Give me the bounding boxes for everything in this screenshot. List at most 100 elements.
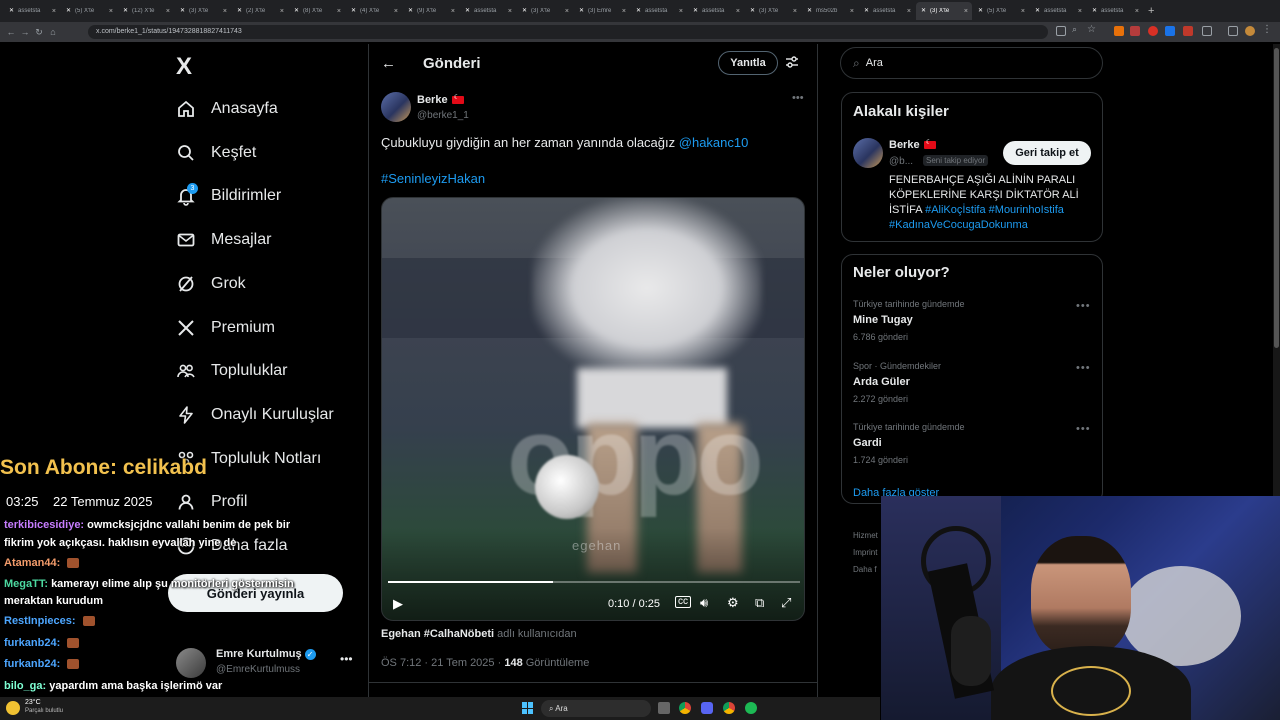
browser-tab[interactable]: ✕ (3) X'te × [916, 2, 972, 20]
browser-tab[interactable]: ✕ (9) X'te × [403, 2, 459, 20]
spotify-icon[interactable] [745, 702, 757, 714]
trend-more-icon[interactable]: ••• [1076, 362, 1091, 374]
sidebar-item-premium[interactable]: Premium [176, 313, 275, 343]
browser-tab[interactable]: ✕ (4) X'te × [346, 2, 402, 20]
sidebar-item-topluluklar[interactable]: Topluluklar [176, 356, 287, 386]
tab-close-icon[interactable]: × [166, 8, 170, 15]
extension-icon[interactable] [1165, 26, 1175, 36]
footer-link[interactable]: Imprint [853, 548, 877, 557]
browser-tab[interactable]: ✕ (3) X'te × [517, 2, 573, 20]
pip-icon[interactable]: ⧉ [755, 595, 764, 611]
follow-back-button[interactable]: Geri takip et [1003, 141, 1091, 165]
profile-avatar-icon[interactable] [1245, 26, 1255, 36]
cast-icon[interactable] [1056, 26, 1066, 36]
sidebar-item-grok[interactable]: Grok [176, 269, 246, 299]
sidebar-item-ke-fet[interactable]: Keşfet [176, 138, 256, 168]
browser-tab[interactable]: ✕ (3) X'te × [745, 2, 801, 20]
sidepanel-icon[interactable] [1228, 26, 1238, 36]
browser-tab[interactable]: ✕ assetsta × [631, 2, 687, 20]
tab-close-icon[interactable]: × [850, 8, 854, 15]
sidebar-item-anasayfa[interactable]: Anasayfa [176, 94, 278, 124]
account-avatar[interactable] [176, 648, 206, 678]
tab-close-icon[interactable]: × [565, 8, 569, 15]
extension-icon[interactable] [1114, 26, 1124, 36]
back-icon[interactable]: ← [4, 27, 18, 37]
extensions-puzzle-icon[interactable] [1202, 26, 1212, 36]
footer-link[interactable]: Daha f [853, 565, 877, 574]
reload-icon[interactable]: ↻ [32, 27, 46, 38]
browser-tab[interactable]: ✕ assetsta × [1087, 2, 1143, 20]
browser-tab[interactable]: ✕ (5) X'te × [973, 2, 1029, 20]
account-name[interactable]: Emre Kurtulmuş ✓ [216, 648, 316, 660]
menu-icon[interactable]: ⋮ [1262, 24, 1272, 35]
browser-tab[interactable]: ✕ assetsta × [1030, 2, 1086, 20]
sidebar-item-mesajlar[interactable]: Mesajlar [176, 225, 271, 255]
browser-tab[interactable]: ✕ assetsta × [460, 2, 516, 20]
browser-tab[interactable]: ✕ assetsta × [859, 2, 915, 20]
tab-close-icon[interactable]: × [394, 8, 398, 15]
video-progress-track[interactable] [388, 581, 800, 583]
tweet-hashtag-link[interactable]: #SeninleyizHakan [381, 171, 485, 186]
account-more-icon[interactable]: ••• [340, 652, 353, 666]
sidebar-item-profil[interactable]: Profil [176, 487, 247, 517]
browser-tab[interactable]: ✕ (5) X'te × [61, 2, 117, 20]
browser-tab[interactable]: ✕ (8) X'te × [289, 2, 345, 20]
home-icon[interactable]: ⌂ [46, 27, 60, 37]
tab-close-icon[interactable]: × [622, 8, 626, 15]
reply-button[interactable]: Yanıtla [718, 51, 778, 75]
video-credit-user[interactable]: Egehan #CalhaNöbeti [381, 628, 494, 640]
settings-gear-icon[interactable]: ⚙ [727, 595, 739, 611]
discord-icon[interactable] [701, 702, 713, 714]
tweet-video[interactable]: oppo egehan ▶ 0:10 / 0:25 cc 🔊︎ ⚙ ⧉ ⤢ [381, 197, 805, 621]
task-view-icon[interactable] [658, 702, 670, 714]
search-input[interactable]: ⌕ Ara [840, 47, 1103, 79]
tab-close-icon[interactable]: × [793, 8, 797, 15]
captions-icon[interactable]: cc [675, 596, 691, 608]
tweet-author-avatar[interactable] [381, 92, 411, 122]
windows-start-icon[interactable] [522, 702, 534, 714]
tweet-more-icon[interactable]: ••• [792, 92, 804, 104]
tweet-timestamp[interactable]: ÖS 7:12 · 21 Tem 2025 · [381, 657, 501, 669]
tab-close-icon[interactable]: × [907, 8, 911, 15]
fullscreen-icon[interactable]: ⤢ [781, 595, 791, 611]
browser-tab[interactable]: ✕ (3) X'te × [175, 2, 231, 20]
tab-close-icon[interactable]: × [964, 8, 968, 15]
browser-tab[interactable]: ✕ (2) X'te × [232, 2, 288, 20]
back-arrow-icon[interactable]: ← [381, 55, 396, 72]
extension-icon[interactable] [1183, 26, 1193, 36]
volume-icon[interactable]: 🔊︎ [700, 595, 708, 611]
zoom-icon[interactable]: ⌕ [1072, 24, 1082, 34]
browser-tab[interactable]: ✕ assetsta × [4, 2, 60, 20]
related-person-avatar[interactable] [853, 138, 883, 168]
trend-more-icon[interactable]: ••• [1076, 300, 1091, 312]
chrome-icon[interactable] [679, 702, 691, 714]
scrollbar-thumb[interactable] [1274, 48, 1279, 348]
tab-close-icon[interactable]: × [679, 8, 683, 15]
extension-icon[interactable] [1148, 26, 1158, 36]
browser-tab[interactable]: ✕ assetsta × [688, 2, 744, 20]
play-icon[interactable]: ▶ [393, 596, 403, 612]
tab-close-icon[interactable]: × [1021, 8, 1025, 15]
browser-tab[interactable]: ✕ (3) Emre × [574, 2, 630, 20]
x-logo-icon[interactable]: X [176, 53, 192, 81]
tab-close-icon[interactable]: × [1135, 8, 1139, 15]
browser-tab[interactable]: ✕ (12) X'te × [118, 2, 174, 20]
url-field[interactable]: x.com/berke1_1/status/194732881882741174… [88, 25, 1048, 39]
filter-sliders-icon[interactable] [785, 55, 799, 72]
tab-close-icon[interactable]: × [736, 8, 740, 15]
tab-close-icon[interactable]: × [337, 8, 341, 15]
footer-link[interactable]: Hizmet [853, 531, 878, 540]
tweet-mention-link[interactable]: @hakanc10 [679, 135, 749, 150]
taskbar-search[interactable]: ⌕ Ara [541, 700, 651, 717]
extension-icon[interactable] [1130, 26, 1140, 36]
sidebar-item-onayl-kurulu-lar[interactable]: Onaylı Kuruluşlar [176, 400, 334, 430]
new-tab-icon[interactable]: + [1148, 5, 1154, 17]
trend-more-icon[interactable]: ••• [1076, 423, 1091, 435]
tab-close-icon[interactable]: × [1078, 8, 1082, 15]
tab-close-icon[interactable]: × [451, 8, 455, 15]
bookmark-star-icon[interactable]: ☆ [1087, 24, 1097, 35]
forward-icon[interactable]: → [18, 27, 32, 37]
related-person-name[interactable]: Berke [889, 138, 936, 151]
tab-close-icon[interactable]: × [508, 8, 512, 15]
browser-tab[interactable]: ✕ ms502b × [802, 2, 858, 20]
